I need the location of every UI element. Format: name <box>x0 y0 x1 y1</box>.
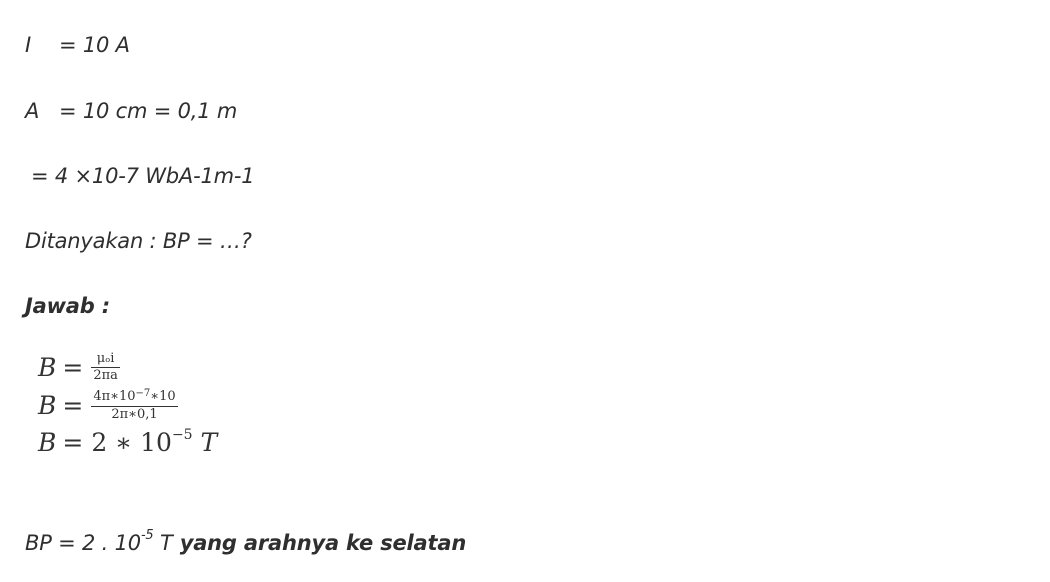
result-line: BP = 2 . 10-5 T yang arahnya ke selatan <box>25 528 467 555</box>
formula-lhs: B <box>38 428 57 457</box>
fraction-2-denominator: 2π∗0,1 <box>111 406 158 422</box>
fraction-2-num-exp: −7 <box>135 387 151 399</box>
mu-value: = 4 ×10-7 WbA-1m-1 <box>31 164 255 188</box>
fraction-1-numerator: μₒi <box>91 352 120 368</box>
current-value: = 10 A <box>59 33 130 57</box>
formula-line-3: B = 2 ∗ 10−5 T <box>38 426 218 457</box>
formula-line-1: B = μₒi 2πa <box>38 352 120 385</box>
fraction-2-num-post: ∗10 <box>150 388 176 404</box>
result-suffix: yang arahnya ke selatan <box>172 531 467 555</box>
formula-result-base: 2 ∗ 10 <box>91 428 172 457</box>
given-mu: = 4 ×10-7 WbA-1m-1 <box>31 164 255 188</box>
fraction-1-denominator: 2πa <box>93 368 118 383</box>
fraction-2: 4π∗10−7∗10 2π∗0,1 <box>91 387 178 422</box>
formula-result-exp: −5 <box>171 426 193 443</box>
result-unit: T <box>153 531 173 555</box>
formula-equals: = <box>62 353 84 382</box>
formula-lhs: B <box>38 391 57 420</box>
question-text: Ditanyakan : BP = …? <box>25 229 252 253</box>
given-distance: A = 10 cm = 0,1 m <box>25 99 237 123</box>
answer-label: Jawab : <box>25 294 110 318</box>
formula-lhs: B <box>38 353 57 382</box>
formula-result-unit: T <box>200 428 218 457</box>
fraction-2-num-pre: 4π∗10 <box>93 388 136 404</box>
distance-value: = 10 cm = 0,1 m <box>59 99 238 123</box>
answer-label-text: Jawab : <box>25 294 110 318</box>
formula-equals: = <box>62 428 84 457</box>
result-prefix: BP = 2 . 10 <box>25 531 141 555</box>
distance-symbol: A <box>25 99 40 123</box>
formula-line-2: B = 4π∗10−7∗10 2π∗0,1 <box>38 387 178 424</box>
fraction-2-numerator: 4π∗10−7∗10 <box>91 387 178 407</box>
current-symbol: I <box>25 33 31 57</box>
question: Ditanyakan : BP = …? <box>25 229 252 253</box>
fraction-1: μₒi 2πa <box>91 352 120 383</box>
formula-equals: = <box>62 391 84 420</box>
result-exponent: -5 <box>140 528 154 543</box>
given-current: I = 10 A <box>25 33 130 57</box>
